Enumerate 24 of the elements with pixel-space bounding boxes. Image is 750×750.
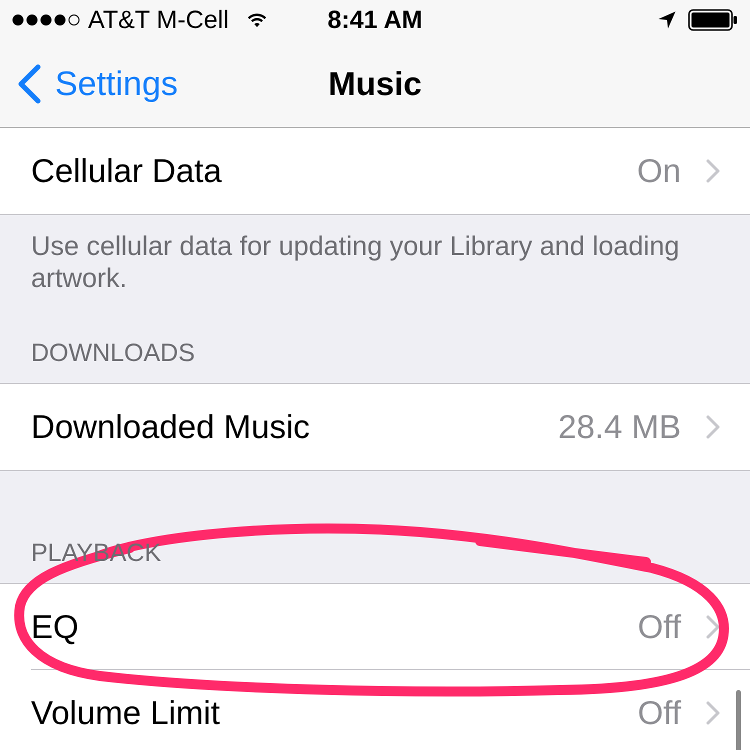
wifi-icon [246, 12, 267, 28]
row-label: Volume Limit [31, 693, 221, 733]
scroll-indicator [736, 690, 741, 750]
back-button[interactable]: Settings [0, 64, 178, 104]
chevron-icon [706, 614, 720, 638]
signal-strength-icon [12, 14, 80, 26]
section-footer-text: Use cellular data for updating your Library and loading artwork. [31, 230, 680, 294]
row-label: Downloaded Music [31, 407, 311, 447]
back-chevron-icon [17, 64, 42, 104]
row-value: Off [638, 606, 681, 646]
row-label: Cellular Data [31, 151, 223, 191]
chevron-icon [706, 701, 720, 725]
status-time: 8:41 AM [328, 5, 422, 35]
carrier-name: AT&T M-Cell [88, 5, 229, 35]
screen-title: Music [328, 64, 422, 104]
chevron-icon [706, 415, 720, 439]
row-value: On [636, 151, 681, 191]
row-value: Off [638, 693, 681, 733]
chevron-icon [706, 159, 720, 183]
row-value: 28.4 MB [558, 407, 681, 447]
location-arrow-icon [658, 11, 676, 29]
section-header: DOWNLOADS [31, 338, 195, 368]
battery-icon [688, 9, 738, 31]
row-label: EQ [31, 606, 80, 646]
